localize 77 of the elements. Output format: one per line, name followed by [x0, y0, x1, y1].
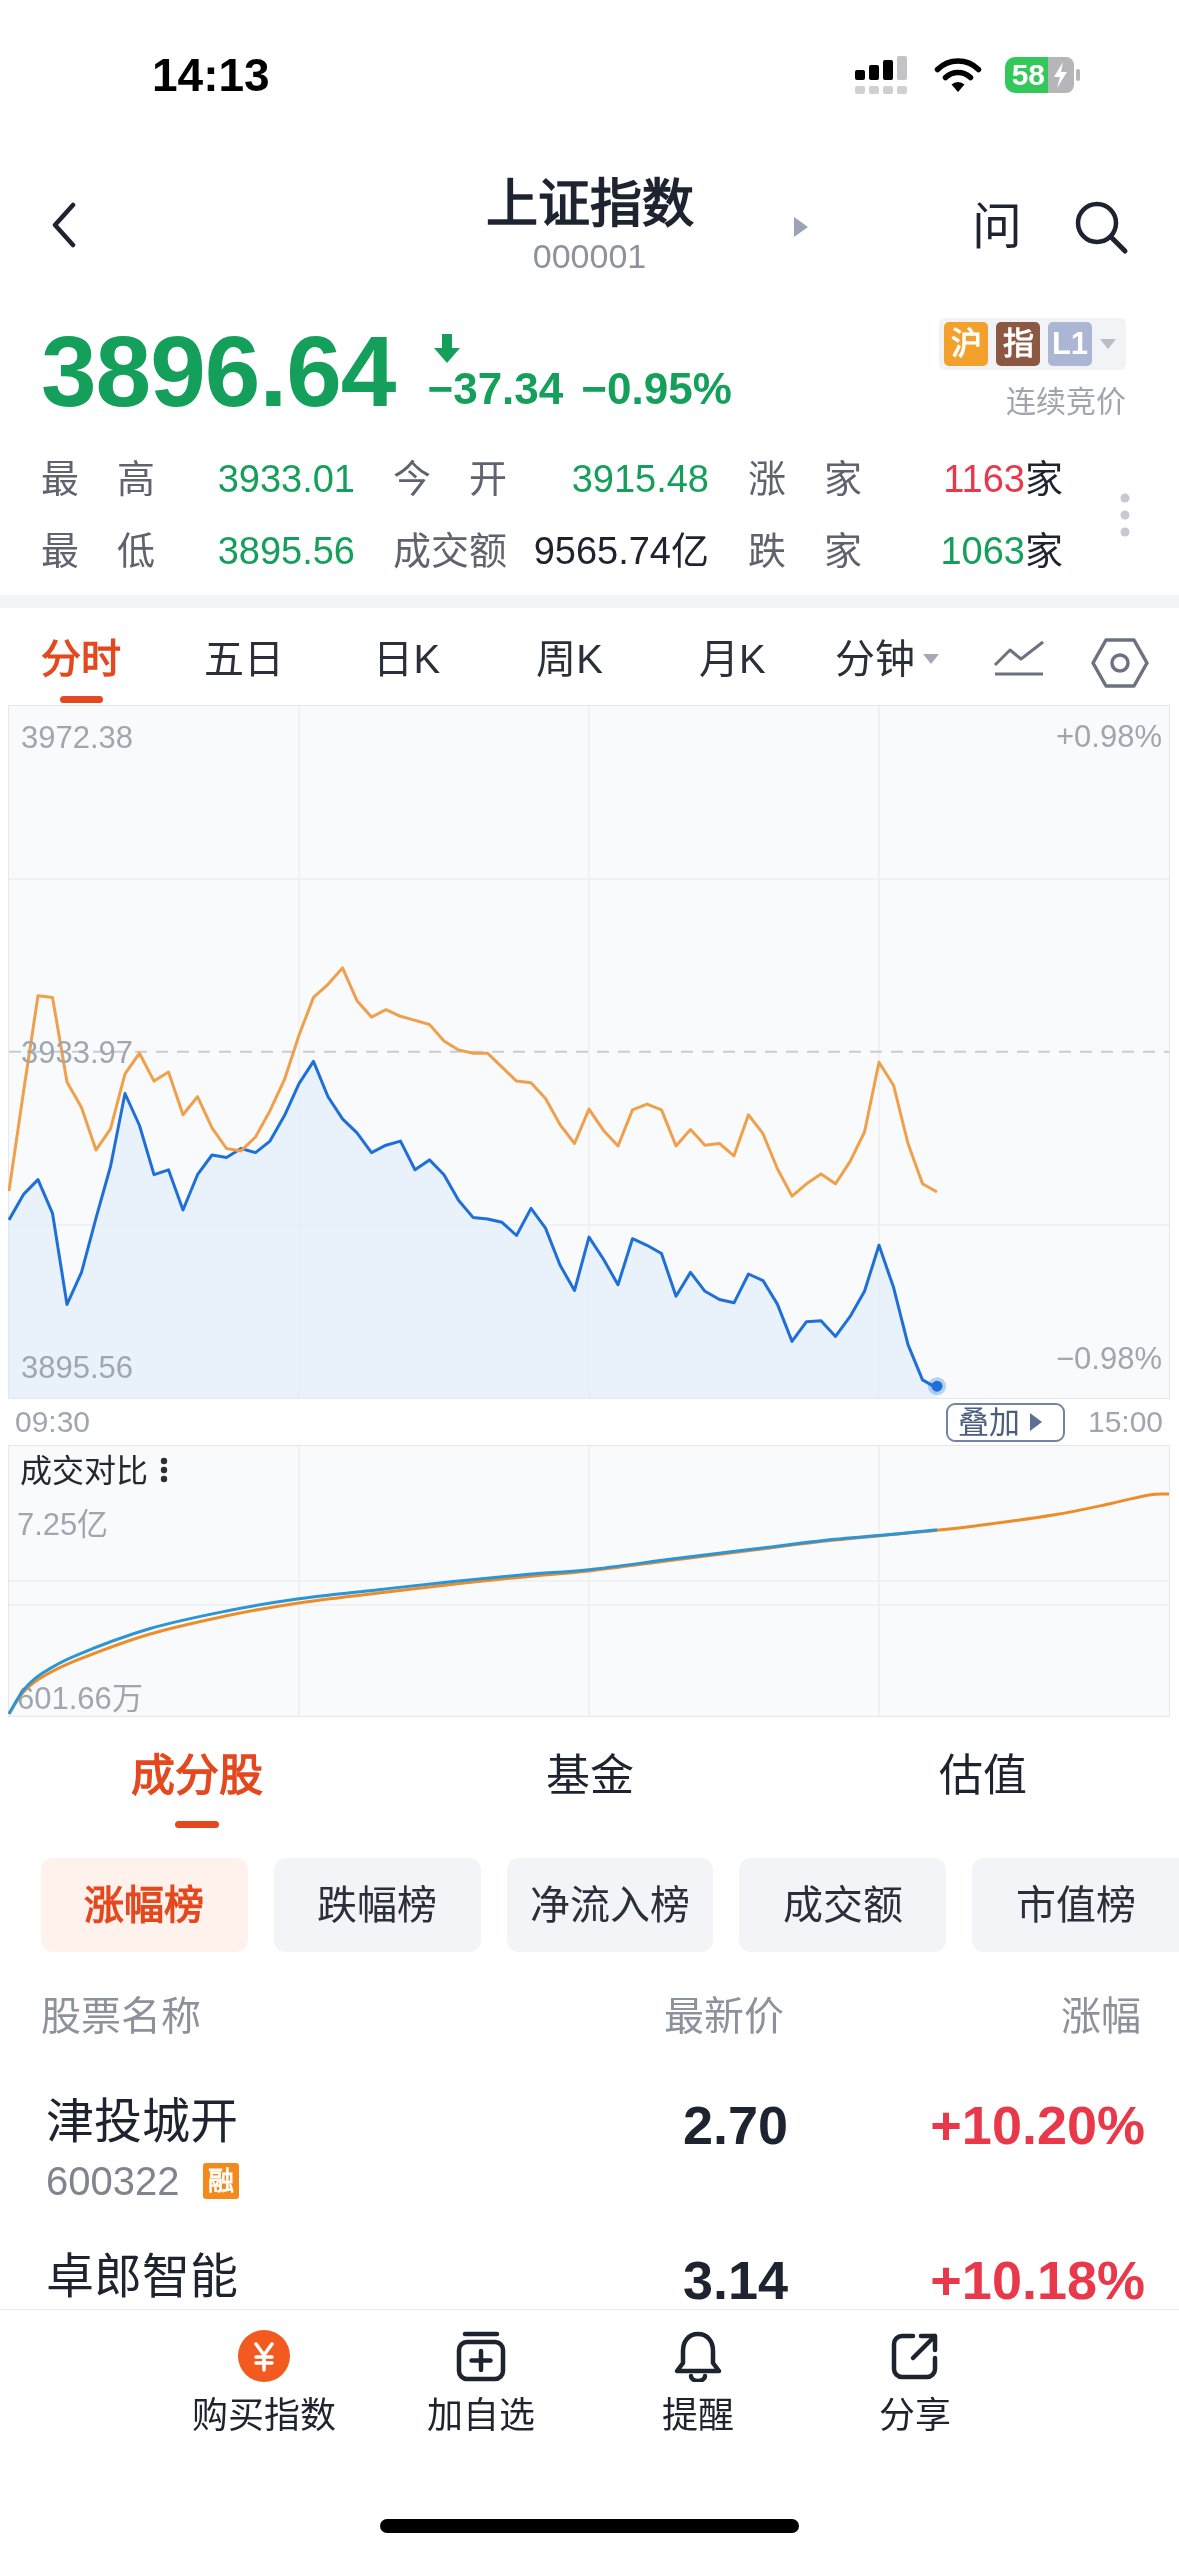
- axis-label: 15:00: [1087, 1405, 1164, 1439]
- section-tab[interactable]: 估值: [786, 1717, 1179, 1837]
- stat-value: 3933.01: [216, 457, 355, 501]
- chart-tab[interactable]: 周K: [488, 608, 651, 705]
- latest-price: 3.14: [682, 2250, 788, 2309]
- chart-tab[interactable]: 分钟: [813, 608, 977, 705]
- stat-value: 1063家: [939, 529, 1063, 573]
- stat-label: 最 低: [41, 529, 155, 573]
- overlay-button[interactable]: 叠加: [946, 1402, 1065, 1442]
- caret-icon[interactable]: [793, 217, 808, 237]
- chart-tab[interactable]: 月K: [650, 608, 814, 705]
- yen-icon: [238, 2330, 290, 2382]
- section-tab[interactable]: 基金: [393, 1717, 786, 1837]
- more-icon[interactable]: [160, 1457, 168, 1483]
- axis-label: 3895.56: [21, 1350, 134, 1386]
- axis-label: 601.66万: [17, 1681, 143, 1716]
- axis-label: 7.25亿: [17, 1507, 109, 1542]
- axis-label: 09:30: [14, 1405, 91, 1439]
- toolbar-button[interactable]: 加自选: [372, 2310, 590, 2472]
- settings-icon[interactable]: [1090, 637, 1151, 689]
- status-time: 14:13: [152, 52, 270, 98]
- stat-label: 涨 家: [748, 457, 862, 501]
- change-value: −37.34: [427, 366, 564, 412]
- ask-button[interactable]: 问: [972, 199, 1022, 255]
- add-box-icon: [455, 2330, 507, 2382]
- axis-label: −0.98%: [1056, 1341, 1162, 1376]
- index-code: 000001: [532, 236, 647, 277]
- latest-price: 2.70: [682, 2095, 788, 2155]
- current-point-marker: [928, 1377, 946, 1396]
- ranking-filter[interactable]: 净流入榜: [506, 1858, 714, 1952]
- stat-value: 3895.56: [216, 529, 355, 573]
- toolbar-button[interactable]: 提醒: [589, 2310, 807, 2472]
- market-tag-bar[interactable]: 沪 指 L1: [939, 318, 1126, 370]
- ranking-filter[interactable]: 涨幅榜: [41, 1858, 248, 1952]
- back-icon[interactable]: [50, 202, 78, 248]
- column-header: 涨幅: [1060, 1993, 1141, 2040]
- caret-icon: [1030, 1413, 1042, 1431]
- caret-icon: [1100, 339, 1116, 349]
- market-tag: 沪: [944, 322, 988, 366]
- stat-value: 3915.48: [570, 457, 709, 501]
- column-header: 股票名称: [41, 1993, 202, 2040]
- column-header: 最新价: [663, 1993, 784, 2040]
- market-tag: 指: [996, 322, 1040, 366]
- stat-value: 1163家: [942, 457, 1063, 501]
- wifi-icon: [932, 57, 983, 93]
- charging-icon: [1048, 57, 1080, 93]
- stock-name[interactable]: 津投城开: [46, 2045, 238, 2151]
- ranking-filter[interactable]: 市值榜: [972, 1858, 1179, 1952]
- ranking-filter[interactable]: 成交额: [739, 1858, 947, 1952]
- chart-title: 成交对比: [20, 1453, 148, 1489]
- index-price: 3896.64: [41, 321, 396, 421]
- stat-value: 9565.74亿: [532, 529, 709, 573]
- stock-name[interactable]: 卓郎智能: [46, 2200, 238, 2306]
- battery-level: 58: [1004, 57, 1048, 93]
- change-percent: +10.18%: [930, 2250, 1145, 2309]
- ranking-filter[interactable]: 跌幅榜: [273, 1858, 481, 1952]
- axis-label: +0.98%: [1056, 719, 1162, 754]
- stat-label: 成交额: [393, 529, 507, 573]
- session-status: 连续竞价: [1006, 384, 1126, 420]
- margin-badge: 融: [203, 2163, 240, 2199]
- caret-icon: [922, 654, 939, 664]
- page-title: 上证指数: [485, 174, 694, 234]
- chart-tab[interactable]: 分时: [0, 608, 163, 705]
- bell-icon: [672, 2330, 724, 2382]
- chart-tab[interactable]: 五日: [162, 608, 326, 705]
- axis-label: 3972.38: [21, 719, 134, 755]
- change-percent: −0.95%: [581, 366, 732, 412]
- stat-label: 跌 家: [748, 529, 862, 573]
- stat-label: 今 开: [393, 457, 507, 501]
- market-tag: L1: [1048, 322, 1092, 366]
- section-tab[interactable]: 成分股: [0, 1717, 393, 1837]
- stock-code: 600322: [46, 2159, 180, 2203]
- toolbar-button[interactable]: 购买指数: [155, 2310, 373, 2472]
- stat-label: 最 高: [41, 457, 155, 501]
- chart-tab[interactable]: 日K: [325, 608, 489, 705]
- toolbar-button[interactable]: 分享: [806, 2310, 1024, 2472]
- change-percent: +10.20%: [930, 2095, 1145, 2155]
